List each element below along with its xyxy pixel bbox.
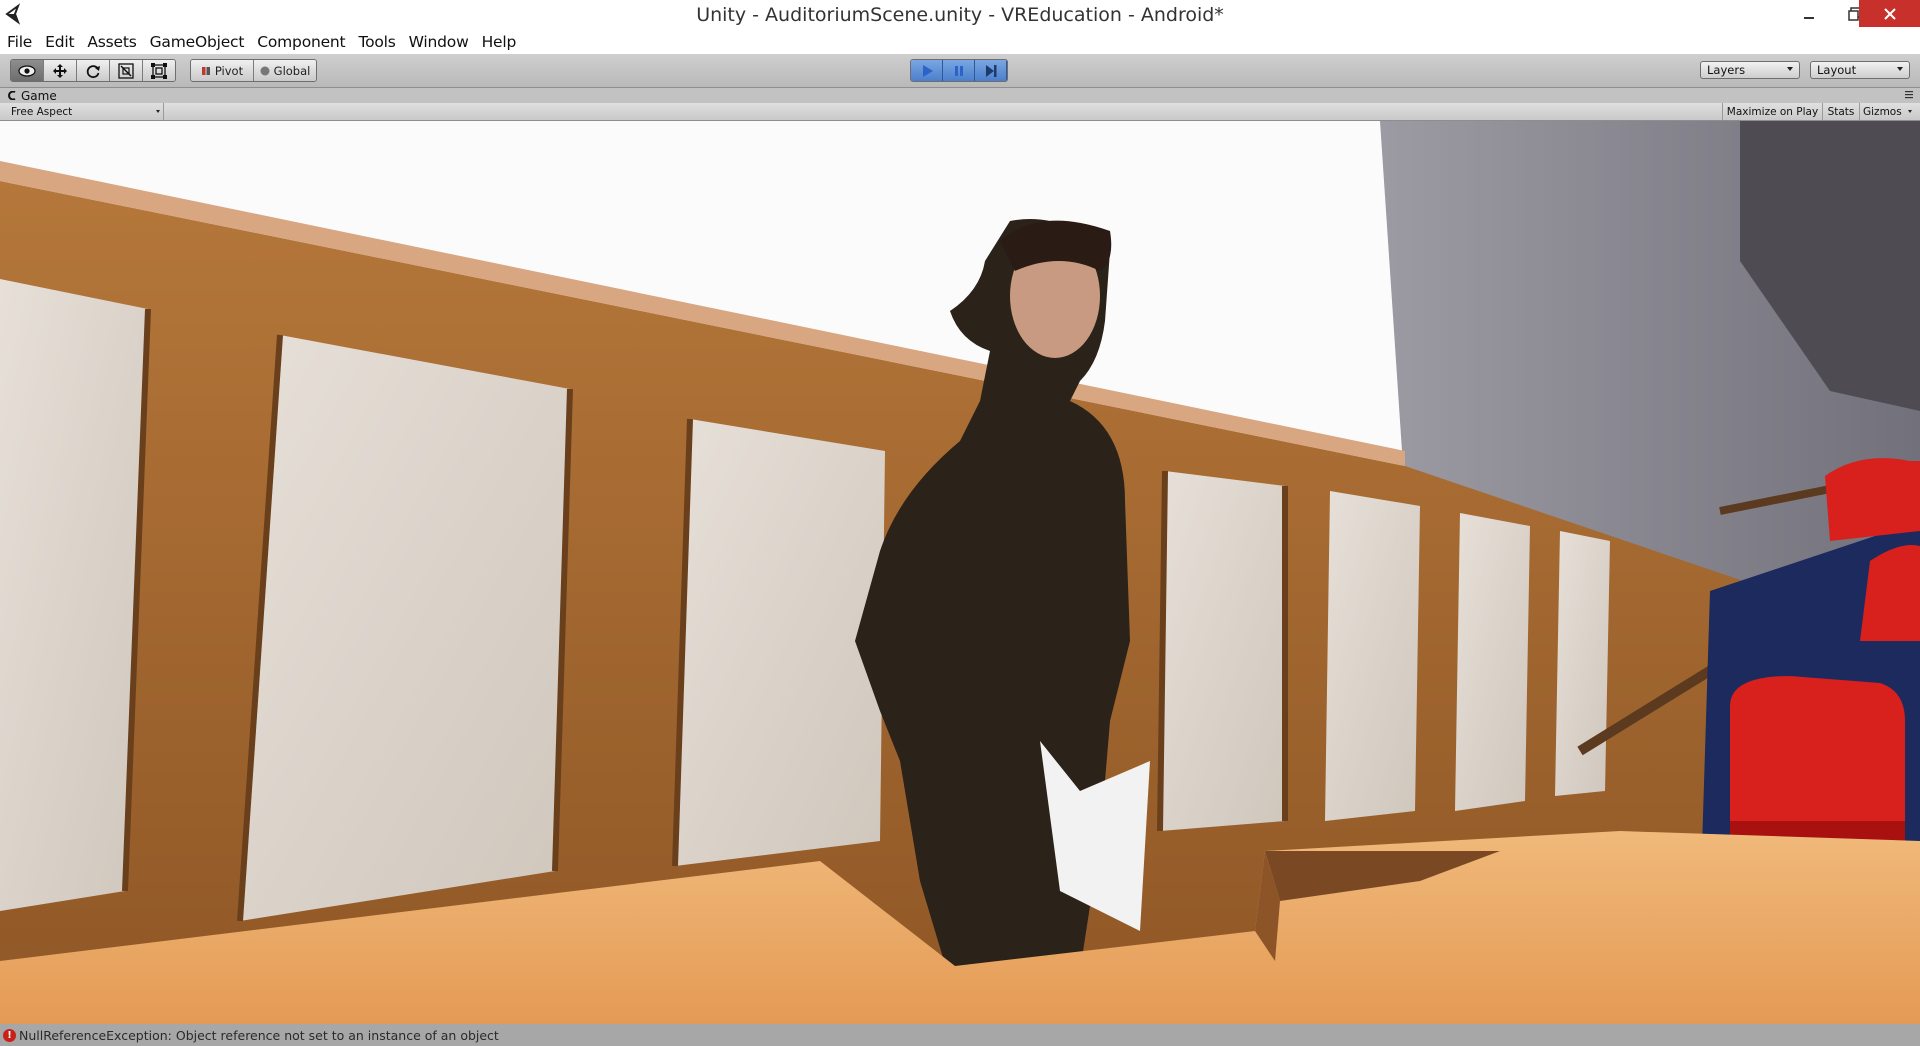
game-controller-icon — [8, 91, 16, 100]
stats-toggle[interactable]: Stats — [1822, 103, 1859, 120]
menu-component[interactable]: Component — [250, 33, 351, 51]
menu-edit[interactable]: Edit — [38, 33, 80, 51]
game-viewport[interactable] — [0, 121, 1920, 1024]
game-tab-label: Game — [21, 88, 57, 103]
play-controls — [910, 59, 1008, 82]
menu-assets[interactable]: Assets — [80, 33, 142, 51]
pivot-toggle[interactable]: Pivot — [191, 60, 254, 81]
window-titlebar: Unity - AuditoriumScene.unity - VREducat… — [0, 0, 1920, 30]
play-icon — [922, 64, 933, 77]
minimize-button[interactable] — [1786, 0, 1832, 27]
play-button[interactable] — [911, 60, 943, 81]
menu-gameobject[interactable]: GameObject — [143, 33, 251, 51]
gizmos-label: Gizmos — [1863, 105, 1902, 118]
global-toggle[interactable]: Global — [254, 60, 316, 81]
layers-dropdown[interactable]: Layers — [1700, 61, 1800, 79]
hand-tool-button[interactable] — [11, 60, 44, 81]
rect-tool-icon — [151, 62, 167, 79]
menu-bar: File Edit Assets GameObject Component To… — [0, 29, 1920, 54]
game-control-bar: Free Aspect Maximize on Play Stats Gizmo… — [0, 103, 1920, 121]
scale-tool-button[interactable] — [110, 60, 143, 81]
panel-menu-icon[interactable] — [1902, 90, 1914, 99]
rect-tool-button[interactable] — [143, 60, 175, 81]
menu-help[interactable]: Help — [475, 33, 523, 51]
layout-label: Layout — [1817, 63, 1857, 77]
error-icon: ! — [3, 1028, 16, 1042]
layers-label: Layers — [1707, 63, 1746, 77]
transform-tools — [10, 59, 176, 82]
maximize-on-play-label: Maximize on Play — [1726, 105, 1819, 118]
pivot-label: Pivot — [214, 63, 244, 78]
gizmos-dropdown[interactable]: Gizmos — [1859, 103, 1920, 120]
menu-window[interactable]: Window — [402, 33, 475, 51]
auditorium-scene-render — [0, 121, 1920, 1024]
game-tab-bar: Game — [0, 88, 1920, 103]
rotate-tool-button[interactable] — [77, 60, 110, 81]
pivot-global-group: Pivot Global — [190, 59, 317, 82]
close-button[interactable] — [1859, 0, 1920, 27]
chevron-down-icon — [1907, 110, 1912, 113]
move-icon — [53, 63, 67, 78]
console-status-bar[interactable]: ! NullReferenceException: Object referen… — [0, 1024, 1920, 1046]
aspect-dropdown[interactable]: Free Aspect — [0, 103, 164, 120]
console-error-message: NullReferenceException: Object reference… — [19, 1027, 499, 1043]
move-tool-button[interactable] — [44, 60, 77, 81]
window-title: Unity - AuditoriumScene.unity - VREducat… — [696, 4, 1224, 26]
menu-file[interactable]: File — [0, 33, 38, 51]
chevron-down-icon — [156, 110, 160, 113]
minimize-icon — [1804, 16, 1814, 19]
chevron-down-icon — [1787, 67, 1793, 71]
close-icon — [1883, 7, 1896, 20]
layout-dropdown[interactable]: Layout — [1810, 61, 1910, 79]
pivot-icon — [201, 66, 210, 75]
global-label: Global — [273, 63, 311, 78]
menu-tools[interactable]: Tools — [351, 33, 401, 51]
pause-button[interactable] — [943, 60, 975, 81]
tab-game[interactable]: Game — [8, 88, 57, 103]
step-button[interactable] — [975, 60, 1007, 81]
aspect-label: Free Aspect — [11, 105, 73, 118]
scale-icon — [118, 62, 134, 79]
globe-icon — [260, 66, 270, 75]
rotate-icon — [86, 64, 100, 78]
maximize-on-play-toggle[interactable]: Maximize on Play — [1722, 103, 1822, 120]
step-icon — [985, 64, 996, 77]
eye-icon — [18, 64, 36, 77]
chevron-down-icon — [1897, 67, 1903, 71]
main-toolbar: Pivot Global Layers Layout — [0, 54, 1920, 88]
stats-label: Stats — [1827, 105, 1855, 118]
pause-icon — [954, 65, 963, 76]
